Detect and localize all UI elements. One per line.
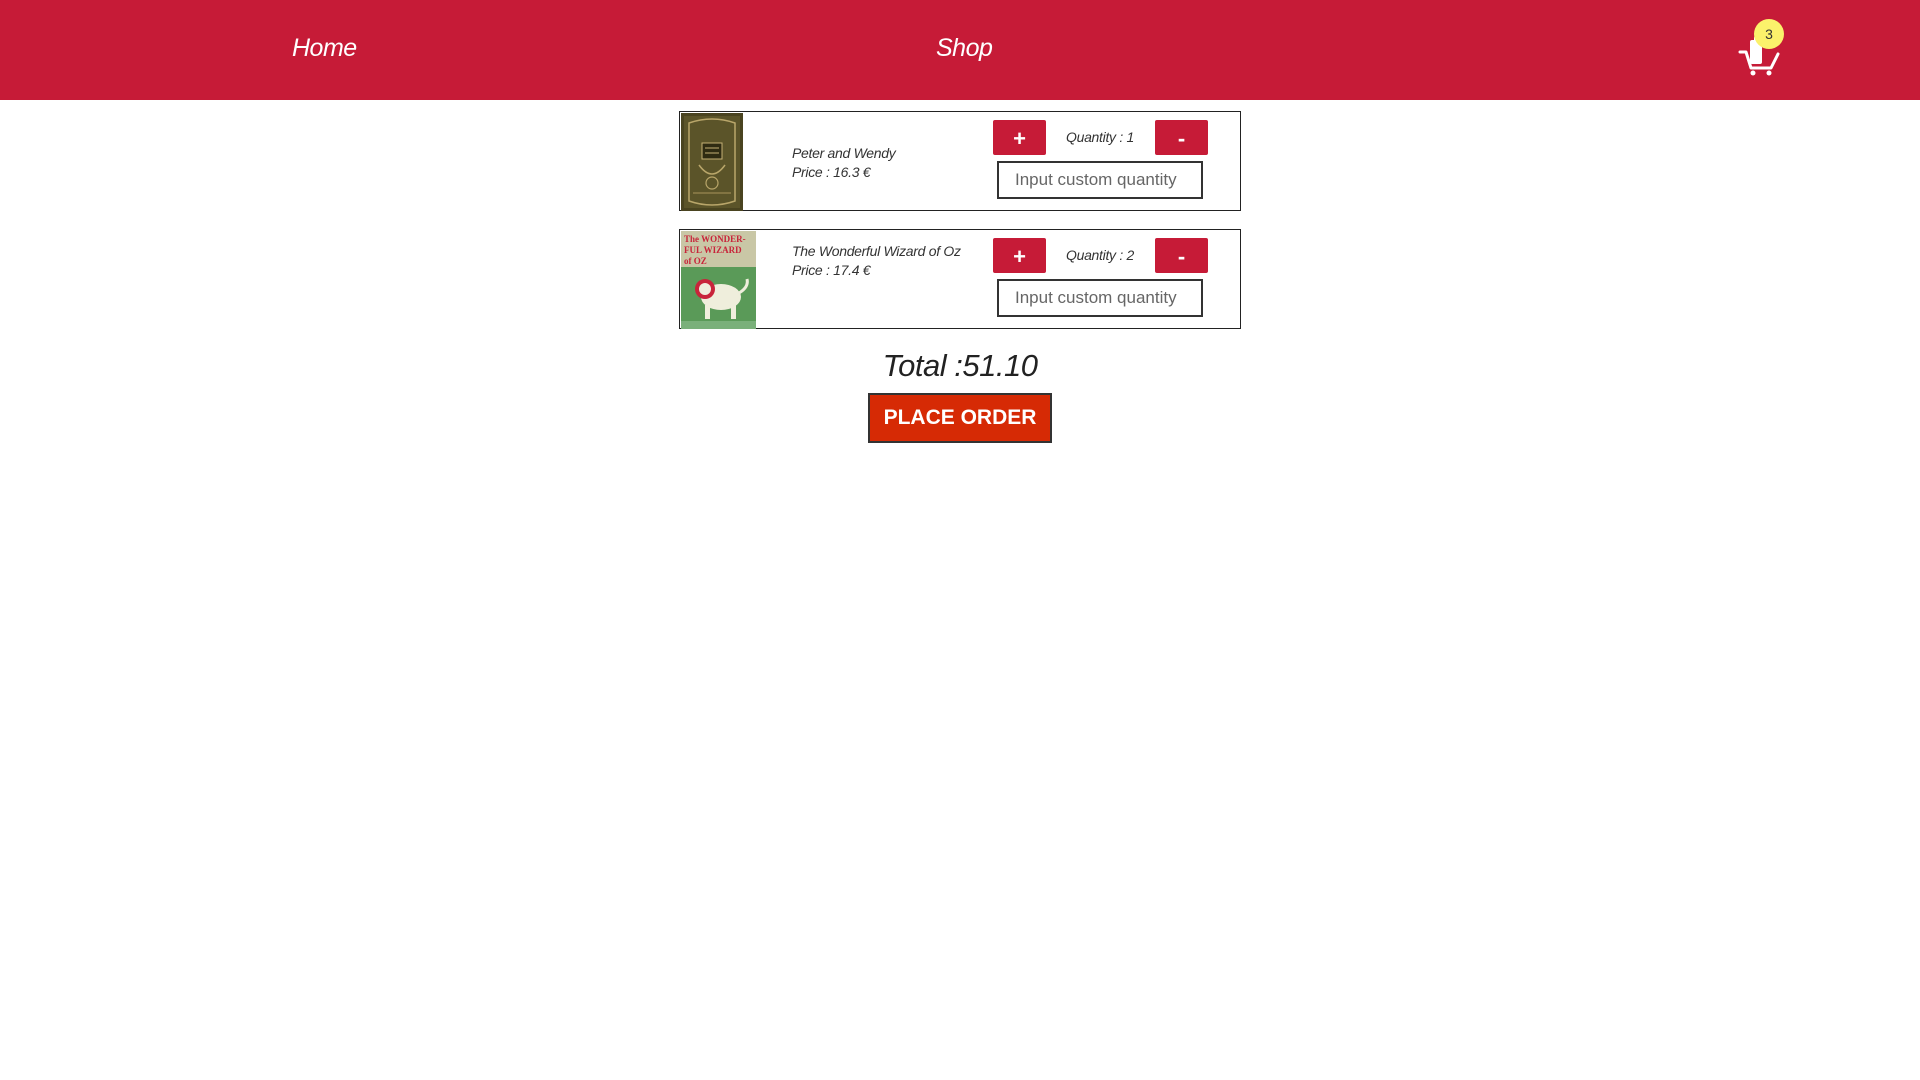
item-title: Peter and Wendy bbox=[792, 145, 896, 161]
custom-quantity-input[interactable] bbox=[997, 279, 1203, 317]
cart-count-badge: 3 bbox=[1754, 19, 1784, 49]
custom-quantity-input[interactable] bbox=[997, 161, 1203, 199]
nav-shop-link[interactable]: Shop bbox=[936, 33, 993, 63]
item-quantity: Quantity : 2 bbox=[1066, 247, 1134, 263]
item-price: Price : 16.3 € bbox=[792, 164, 871, 180]
item-title: The Wonderful Wizard of Oz bbox=[792, 243, 961, 259]
cart-total: Total :51.10 bbox=[882, 348, 1038, 383]
svg-text:The WONDER-: The WONDER- bbox=[684, 234, 746, 244]
item-price: Price : 17.4 € bbox=[792, 262, 871, 278]
svg-text:FUL WIZARD: FUL WIZARD bbox=[684, 245, 742, 255]
increase-quantity-button[interactable]: + bbox=[993, 238, 1046, 273]
item-info: Peter and Wendy Price : 16.3 € bbox=[792, 144, 962, 182]
item-quantity: Quantity : 1 bbox=[1066, 129, 1134, 145]
top-navbar: Home Shop 3 bbox=[0, 0, 1920, 100]
svg-text:of OZ: of OZ bbox=[684, 256, 707, 266]
decrease-quantity-button[interactable]: - bbox=[1155, 120, 1208, 155]
item-info: The Wonderful Wizard of Oz Price : 17.4 … bbox=[792, 242, 962, 280]
book-cover-wizard-of-oz: The WONDER- FUL WIZARD of OZ bbox=[681, 231, 756, 329]
increase-quantity-button[interactable]: + bbox=[993, 120, 1046, 155]
place-order-button[interactable]: PLACE ORDER bbox=[868, 393, 1052, 443]
cart-item: The WONDER- FUL WIZARD of OZ The Wonderf… bbox=[679, 229, 1241, 329]
cart-item: Peter and Wendy Price : 16.3 € + Quantit… bbox=[679, 111, 1241, 211]
nav-home-link[interactable]: Home bbox=[292, 33, 357, 63]
book-cover-peter-and-wendy bbox=[681, 113, 743, 211]
decrease-quantity-button[interactable]: - bbox=[1155, 238, 1208, 273]
